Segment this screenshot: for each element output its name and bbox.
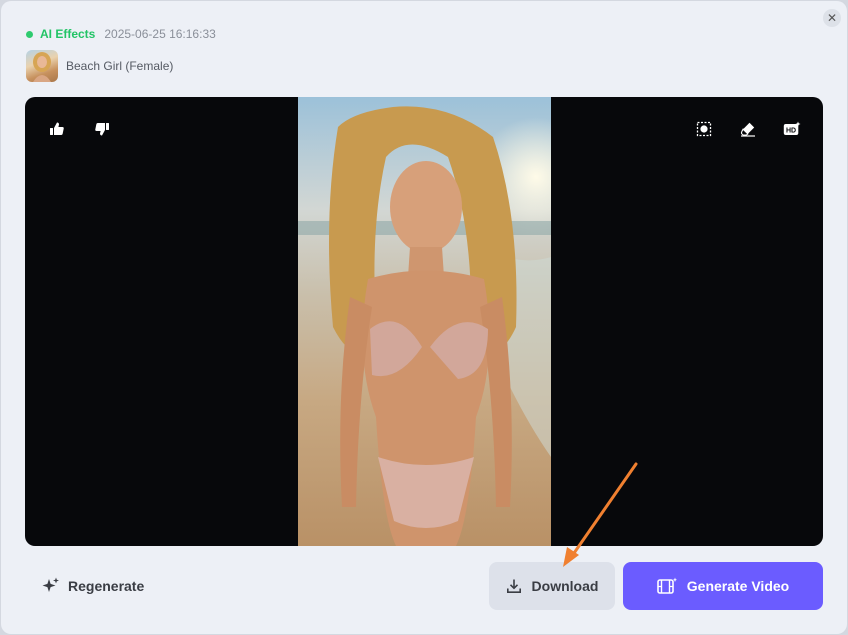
image-preview: HD xyxy=(25,97,823,546)
timestamp: 2025-06-25 16:16:33 xyxy=(104,27,216,41)
status-dot xyxy=(26,30,33,38)
hd-upscale-icon: HD xyxy=(783,121,801,135)
download-label: Download xyxy=(531,578,599,594)
like-button[interactable] xyxy=(42,114,72,144)
eraser-icon xyxy=(740,122,755,137)
remove-background-button[interactable] xyxy=(689,114,719,144)
close-icon: ✕ xyxy=(826,11,838,25)
style-info: Beach Girl (Female) xyxy=(26,50,173,82)
hd-upscale-button[interactable]: HD xyxy=(777,114,807,144)
result-dialog: ✕ AI Effects 2025-06-25 16:16:33 Beach G… xyxy=(1,1,847,634)
remove-background-icon xyxy=(696,121,712,137)
style-thumbnail xyxy=(26,50,58,82)
thumbs-down-icon xyxy=(95,123,109,136)
generate-video-label: Generate Video xyxy=(686,578,790,594)
video-icon xyxy=(656,577,677,594)
dislike-button[interactable] xyxy=(87,114,117,144)
close-button[interactable]: ✕ xyxy=(823,9,841,27)
sparkle-icon xyxy=(42,577,59,592)
generate-video-button[interactable]: Generate Video xyxy=(623,562,823,610)
generated-image[interactable] xyxy=(298,97,551,546)
action-bar: Regenerate Download Generate Video xyxy=(1,561,847,611)
result-meta: AI Effects 2025-06-25 16:16:33 xyxy=(26,26,216,42)
eraser-button[interactable] xyxy=(733,114,763,144)
download-button[interactable]: Download xyxy=(489,562,615,610)
svg-text:HD: HD xyxy=(786,128,796,135)
effect-label: AI Effects xyxy=(40,27,96,41)
regenerate-button[interactable]: Regenerate xyxy=(41,561,144,611)
regenerate-label: Regenerate xyxy=(68,578,145,594)
thumbs-up-icon xyxy=(50,122,64,135)
download-icon xyxy=(506,579,521,593)
style-name: Beach Girl (Female) xyxy=(66,59,174,73)
